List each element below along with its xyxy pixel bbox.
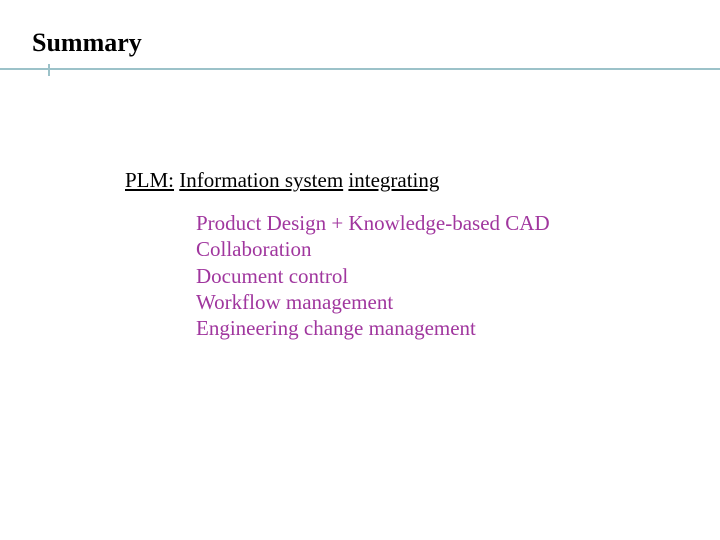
list-item: Workflow management xyxy=(196,289,550,315)
subheading-tail: integrating xyxy=(348,168,439,192)
rule-tick xyxy=(48,64,50,76)
subheading: PLM: Information system integrating xyxy=(125,168,439,193)
item-list: Product Design + Knowledge-based CAD Col… xyxy=(196,210,550,341)
list-item: Engineering change management xyxy=(196,315,550,341)
subheading-mid: Information system xyxy=(179,168,343,192)
page-title: Summary xyxy=(32,28,142,58)
subheading-label: PLM: xyxy=(125,168,174,192)
list-item: Product Design + Knowledge-based CAD xyxy=(196,210,550,236)
slide: Summary PLM: Information system integrat… xyxy=(0,0,720,540)
list-item: Document control xyxy=(196,263,550,289)
horizontal-rule xyxy=(0,68,720,70)
list-item: Collaboration xyxy=(196,236,550,262)
